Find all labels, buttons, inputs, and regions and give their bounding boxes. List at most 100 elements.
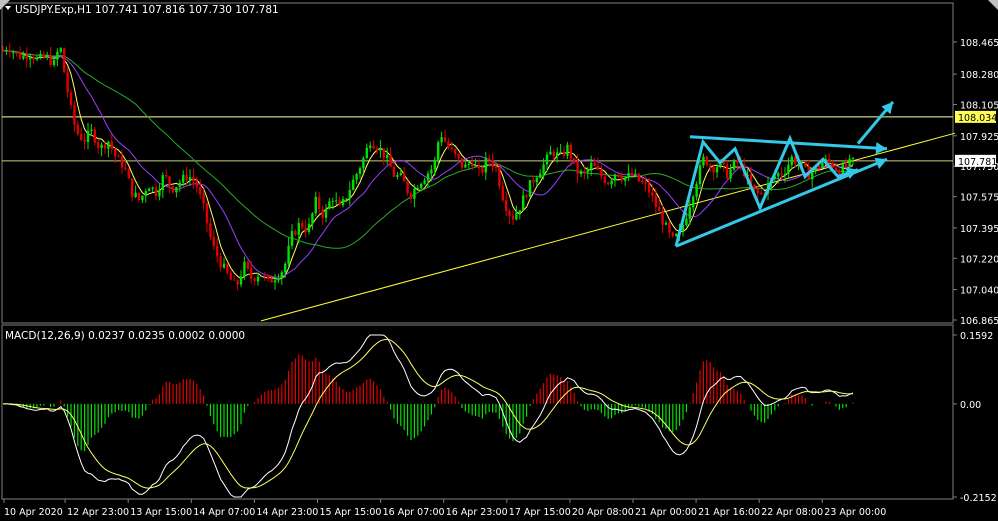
candle-body [549,151,552,155]
candle-body [607,182,610,185]
candle-body [569,144,572,159]
candle-body [49,54,52,66]
candle-body [811,171,814,180]
candle-body [35,57,39,60]
candle-body [709,165,712,167]
candle-body [205,203,209,224]
candle-body [32,57,35,60]
candle-body [80,133,83,140]
candle-body [634,173,637,175]
candle-body [270,278,273,283]
candle-body [675,234,678,236]
candle-body [195,181,198,188]
candle-body [114,148,117,157]
candle-body [658,206,661,211]
candle-body [256,276,260,282]
candle-body [443,137,447,142]
candle-body [399,173,402,176]
candle-body [100,144,103,148]
candle-body [352,179,355,190]
candle-body [355,173,358,180]
candle-body [267,275,270,279]
candle-body [654,195,657,207]
candle-body [382,148,385,159]
candle-body [471,163,474,167]
candle-body [508,210,511,216]
candle-body [705,156,708,166]
candle-body [545,154,549,165]
candle-body [1,50,5,52]
candle-body [600,169,603,177]
candle-body [566,144,569,156]
candle-body [467,163,470,165]
time-tick-label: 16 Apr 23:00 [446,507,508,518]
price-tick-label: 107.575 [960,193,998,204]
price-tag-label: 107.781 [958,157,997,168]
candle-body [39,54,42,58]
candle-body [423,180,426,184]
candle-body [216,245,219,257]
candle-body [426,173,430,181]
candle-body [8,50,11,53]
candle-body [783,173,787,175]
candle-body [93,129,96,143]
candle-body [165,175,168,177]
candle-body [528,180,532,197]
time-tick-label: 20 Apr 08:00 [572,507,634,518]
candle-body [732,160,736,170]
candle-body [86,130,90,142]
candle-body [273,280,277,283]
candle-body [579,170,583,175]
candle-body [338,200,341,206]
time-tick-label: 14 Apr 07:00 [193,507,255,518]
candle-body [420,183,423,189]
price-tick-label: 107.040 [960,286,998,297]
candle-body [702,156,705,166]
candle-body [787,164,790,174]
candle-body [168,176,171,187]
candle-body [498,167,501,187]
candle-body [637,173,640,181]
candle-body [226,263,229,273]
candle-body [488,158,491,160]
time-tick-label: 23 Apr 00:00 [824,507,886,518]
price-tick-label: 107.220 [960,254,998,265]
candle-body [392,166,396,177]
candle-body [124,167,127,170]
candle-body [335,200,338,202]
candle-body [641,180,644,183]
candle-body [158,190,161,197]
macd-tick-label: -0.2152 [960,493,997,504]
candle-body [15,52,18,54]
time-tick-label: 15 Apr 15:00 [320,507,382,518]
candle-body [552,151,555,157]
candle-body [131,178,134,197]
time-tick-label: 13 Apr 15:00 [130,507,192,518]
price-tag-label: 108.034 [958,113,997,124]
price-axis: 108.465108.280108.105107.925107.750107.5… [953,38,998,327]
candle-body [243,261,246,277]
candle-body [297,223,300,235]
price-tick-label: 107.925 [960,132,998,143]
candle-body [341,199,345,206]
candle-body [69,92,73,106]
candle-body [413,188,416,199]
candle-body [477,165,481,169]
candle-body [219,256,222,268]
candle-body [18,52,22,59]
candle-body [661,210,664,225]
candle-body [556,152,559,157]
time-tick-label: 14 Apr 23:00 [256,507,318,518]
candle-body [610,180,613,185]
candle-body [416,188,419,190]
candle-body [175,187,178,193]
candle-body [688,207,691,219]
candle-body [83,139,86,142]
candle-body [450,147,453,150]
candle-body [46,54,49,58]
candle-body [535,177,538,183]
candle-body [63,48,66,73]
price-tick-label: 108.280 [960,70,998,81]
candle-body [525,195,528,197]
macd-axis: 0.1592 0.00 -0.2152 [953,331,997,504]
